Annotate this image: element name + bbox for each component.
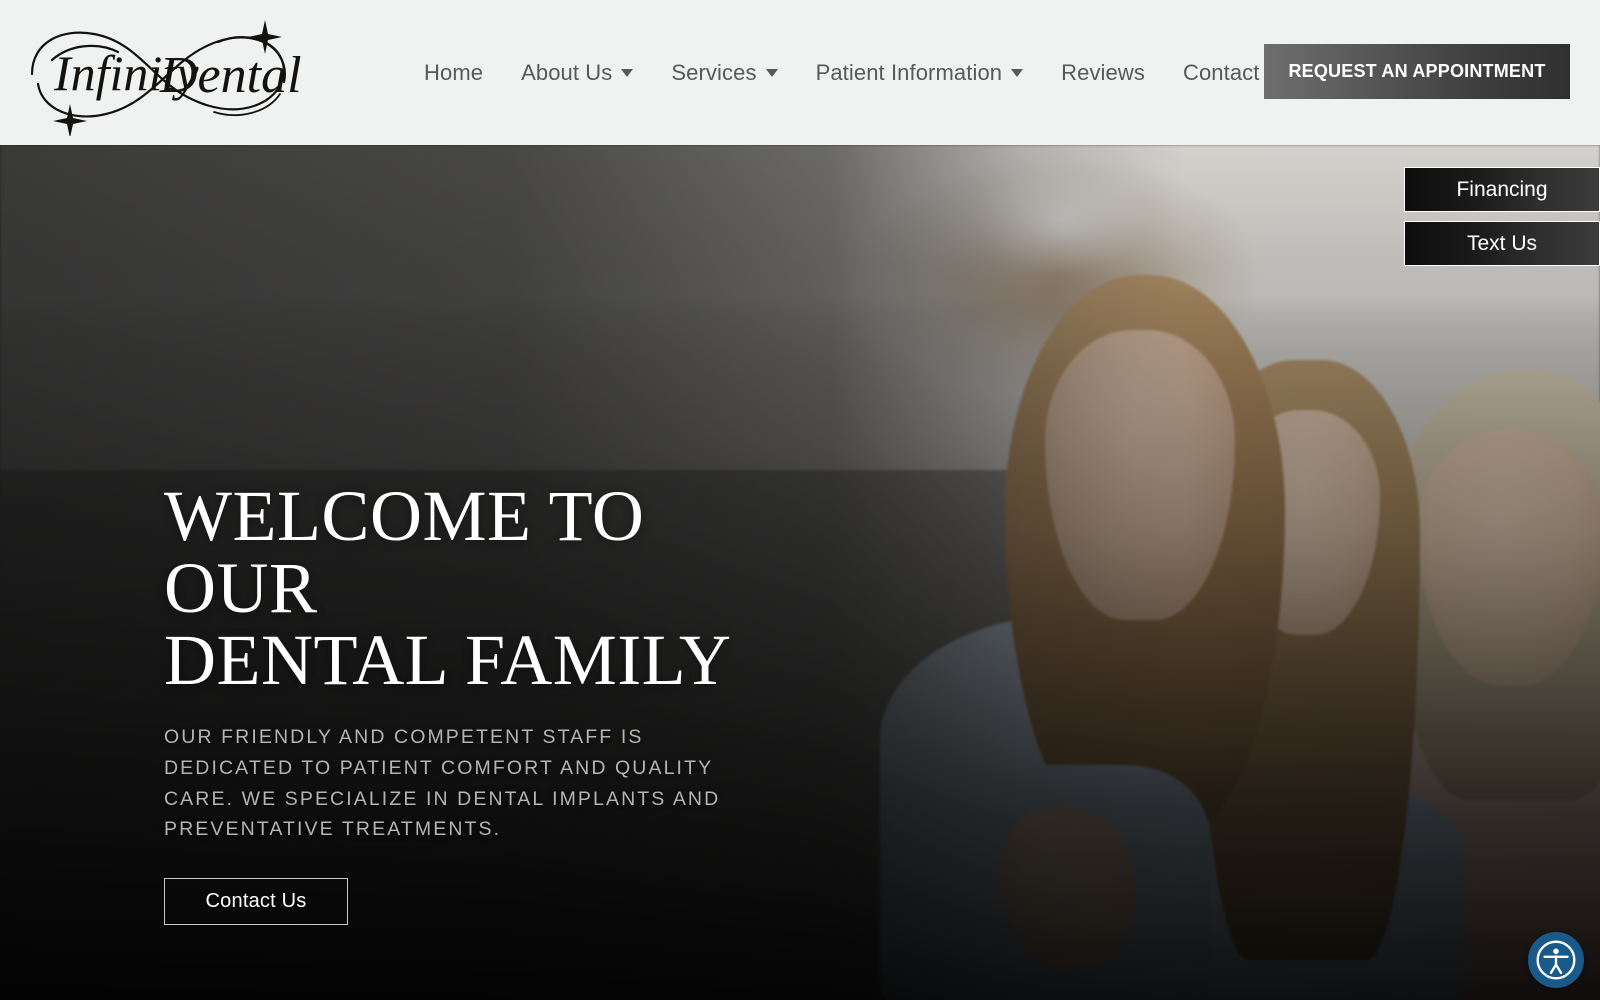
accessibility-widget-button[interactable]	[1528, 932, 1584, 988]
nav-label: Services	[671, 59, 757, 85]
hero-heading-line-2: DENTAL FAMILY	[164, 620, 732, 700]
nav-label: About Us	[521, 59, 613, 85]
request-appointment-button[interactable]: REQUEST AN APPOINTMENT	[1264, 44, 1570, 99]
site-logo[interactable]: Infinity Dental	[18, 8, 303, 136]
hero-heading: WELCOME TO OUR DENTAL FAMILY	[164, 480, 804, 696]
accessibility-person-icon	[1536, 940, 1576, 980]
infinity-script-logo-icon: Infinity Dental	[30, 20, 302, 136]
nav-item-about-us[interactable]: About Us	[502, 54, 652, 92]
page-root: Infinity Dental Home About Us Services P…	[0, 0, 1600, 1000]
hero-content: WELCOME TO OUR DENTAL FAMILY OUR FRIENDL…	[164, 480, 804, 926]
side-tab-label: Financing	[1456, 177, 1548, 201]
side-tab-text-us[interactable]: Text Us	[1404, 221, 1600, 266]
side-tab-label: Text Us	[1466, 231, 1537, 255]
hero-heading-line-1: WELCOME TO OUR	[164, 476, 645, 628]
nav-item-home[interactable]: Home	[405, 54, 502, 92]
floating-side-tabs: Financing Text Us	[1404, 167, 1600, 266]
nav-label: Contact	[1182, 59, 1260, 85]
hero-contact-us-button[interactable]: Contact Us	[164, 878, 348, 926]
nav-label: Home	[424, 59, 484, 85]
chevron-down-icon	[621, 68, 634, 77]
chevron-down-icon	[1011, 68, 1024, 77]
hero-subtitle: OUR FRIENDLY AND COMPETENT STAFF IS DEDI…	[164, 726, 721, 841]
nav-item-contact[interactable]: Contact	[1164, 54, 1279, 92]
site-header: Infinity Dental Home About Us Services P…	[0, 0, 1600, 145]
chevron-down-icon	[765, 68, 778, 77]
nav-item-services[interactable]: Services	[652, 54, 796, 92]
nav-label: Patient Information	[815, 59, 1003, 85]
svg-text:Dental: Dental	[159, 47, 302, 104]
nav-item-patient-information[interactable]: Patient Information	[797, 54, 1043, 92]
main-navigation: Home About Us Services Patient Informati…	[405, 0, 1279, 145]
nav-item-reviews[interactable]: Reviews	[1042, 54, 1164, 92]
side-tab-financing[interactable]: Financing	[1404, 167, 1600, 212]
hero-section: WELCOME TO OUR DENTAL FAMILY OUR FRIENDL…	[0, 145, 1600, 1000]
nav-label: Reviews	[1061, 59, 1145, 85]
